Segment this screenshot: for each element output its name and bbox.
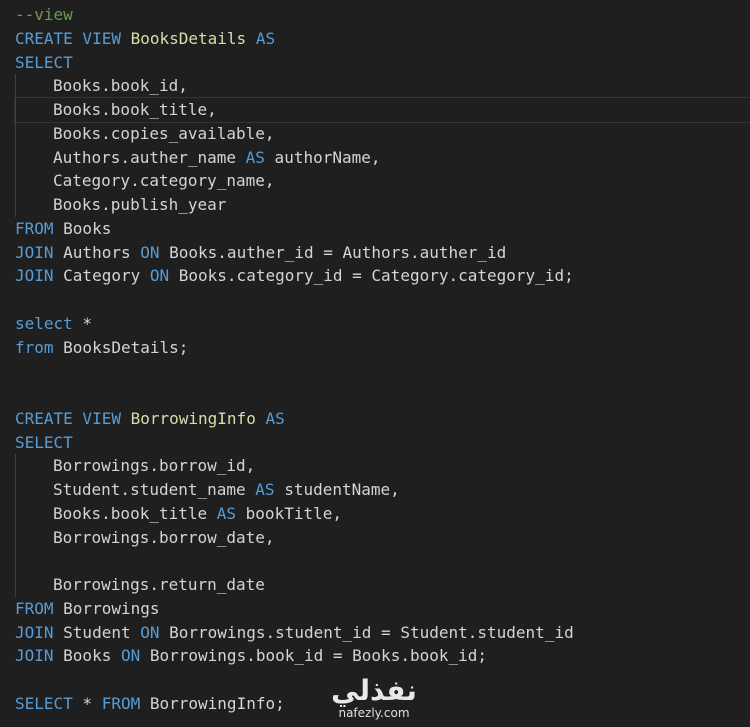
sql-keyword: JOIN bbox=[15, 622, 54, 642]
code-line[interactable]: JOIN Student ON Borrowings.student_id = … bbox=[15, 621, 750, 645]
indent-guide bbox=[15, 549, 16, 573]
code-token: Books.auther_id = Authors.auther_id bbox=[159, 242, 507, 262]
code-token: bookTitle, bbox=[236, 503, 342, 523]
sql-keyword: AS bbox=[245, 147, 265, 167]
code-token: Books.book_id, bbox=[53, 76, 188, 96]
sql-keyword: ON bbox=[149, 266, 170, 286]
code-token: Borrowings.borrow_id, bbox=[53, 456, 256, 476]
sql-comment: --view bbox=[15, 5, 73, 24]
indent-guide bbox=[15, 525, 16, 550]
sql-keyword: FROM bbox=[15, 218, 54, 238]
code-line[interactable]: Books.book_id, bbox=[15, 74, 750, 98]
sql-keyword: SELECT bbox=[15, 52, 73, 72]
code-line[interactable]: CREATE VIEW BooksDetails AS bbox=[15, 27, 750, 51]
sql-keyword: SELECT bbox=[15, 432, 73, 452]
code-area[interactable]: --view CREATE VIEW BooksDetails AS SELECT B… bbox=[14, 3, 750, 716]
sql-keyword: AS bbox=[255, 480, 275, 499]
sql-keyword: AS bbox=[246, 28, 276, 48]
view-name: BooksDetails bbox=[130, 28, 247, 48]
code-token: Borrowings.borrow_date, bbox=[53, 527, 275, 547]
sql-keyword: FROM bbox=[101, 693, 141, 713]
code-token: Authors bbox=[53, 242, 141, 262]
view-name: BorrowingInfo bbox=[130, 408, 256, 428]
code-line[interactable]: select * bbox=[15, 312, 750, 336]
code-token: Borrowings.book_id = Books.book_id; bbox=[140, 646, 488, 666]
code-line[interactable]: Borrowings.borrow_id, bbox=[15, 454, 750, 478]
sql-keyword: ON bbox=[140, 242, 160, 262]
sql-keyword: JOIN bbox=[15, 242, 54, 262]
code-token: Books.book_title bbox=[53, 503, 217, 523]
watermark-latin-text: nafezly.com bbox=[338, 706, 410, 720]
code-token: Category.category_name, bbox=[53, 171, 275, 191]
code-line[interactable]: Borrowings.return_date bbox=[15, 573, 750, 597]
code-line[interactable]: --view bbox=[15, 3, 750, 27]
sql-keyword: ON bbox=[120, 646, 141, 666]
sql-keyword: FROM bbox=[15, 598, 54, 618]
sql-keyword: AS bbox=[255, 408, 285, 428]
indent-guide bbox=[15, 193, 16, 217]
code-line[interactable] bbox=[15, 359, 750, 383]
code-token: * bbox=[72, 693, 102, 713]
code-token: authorName, bbox=[264, 147, 381, 167]
code-token: BorrowingInfo; bbox=[140, 693, 285, 713]
code-line[interactable]: Books.book_title, bbox=[14, 97, 750, 123]
code-line[interactable]: Books.copies_available, bbox=[15, 121, 750, 146]
code-token: Borrowings.return_date bbox=[53, 575, 265, 594]
code-token: Books.book_title, bbox=[53, 100, 217, 119]
indent-guide bbox=[15, 454, 16, 478]
sql-keyword: SELECT bbox=[15, 693, 73, 713]
code-line[interactable]: from BooksDetails; bbox=[15, 336, 750, 360]
code-line[interactable]: Authors.auther_name AS authorName, bbox=[15, 145, 750, 170]
code-line[interactable]: JOIN Category ON Books.category_id = Cat… bbox=[15, 264, 750, 288]
code-token: Books.copies_available, bbox=[53, 123, 275, 143]
code-token: studentName, bbox=[274, 480, 400, 499]
code-line[interactable] bbox=[15, 549, 750, 573]
sql-keyword: from bbox=[15, 337, 54, 357]
code-line[interactable]: SELECT bbox=[15, 431, 750, 455]
watermark-arabic-text: نفذلي bbox=[331, 674, 417, 707]
sql-keyword: JOIN bbox=[15, 646, 54, 666]
code-line[interactable] bbox=[15, 383, 750, 407]
code-line[interactable]: Borrowings.borrow_date, bbox=[15, 525, 750, 550]
code-line[interactable]: Books.book_title AS bookTitle, bbox=[15, 501, 750, 526]
indent-guide bbox=[15, 501, 16, 526]
code-line[interactable]: JOIN Books ON Borrowings.book_id = Books… bbox=[15, 644, 750, 668]
code-editor[interactable]: --view CREATE VIEW BooksDetails AS SELECT B… bbox=[0, 0, 750, 727]
code-line[interactable]: CREATE VIEW BorrowingInfo AS bbox=[15, 407, 750, 431]
code-line[interactable]: JOIN Authors ON Books.auther_id = Author… bbox=[15, 241, 750, 265]
indent-guide bbox=[15, 98, 16, 122]
indent-guide bbox=[15, 74, 16, 98]
code-line[interactable]: FROM Borrowings bbox=[15, 597, 750, 621]
code-line[interactable] bbox=[15, 288, 750, 312]
code-token: BooksDetails; bbox=[53, 337, 189, 357]
code-line[interactable]: Category.category_name, bbox=[15, 169, 750, 193]
indent-guide bbox=[15, 145, 16, 170]
code-token: Books bbox=[53, 646, 121, 666]
code-token: * bbox=[72, 313, 93, 333]
code-line[interactable]: Books.publish_year bbox=[15, 193, 750, 217]
code-token: Student bbox=[53, 622, 141, 642]
code-token: Student.student_name bbox=[53, 480, 256, 499]
sql-keyword: ON bbox=[140, 622, 160, 642]
indent-guide bbox=[15, 573, 16, 597]
code-token: Books.publish_year bbox=[53, 195, 227, 214]
sql-keyword: CREATE VIEW bbox=[15, 28, 131, 48]
sql-keyword: CREATE VIEW bbox=[15, 408, 131, 428]
sql-keyword: AS bbox=[216, 503, 237, 523]
code-line[interactable]: FROM Books bbox=[15, 217, 750, 241]
sql-keyword: select bbox=[15, 313, 73, 333]
code-token: Borrowings bbox=[53, 598, 160, 618]
code-token: Authors.auther_name bbox=[53, 147, 246, 167]
code-token: Borrowings.student_id = Student.student_… bbox=[159, 622, 574, 642]
nafezly-watermark: نفذلي nafezly.com bbox=[326, 676, 426, 726]
sql-keyword: JOIN bbox=[15, 266, 54, 286]
code-token: Books.category_id = Category.category_id… bbox=[169, 266, 574, 286]
code-token: Category bbox=[53, 266, 150, 286]
indent-guide bbox=[15, 478, 16, 502]
indent-guide bbox=[15, 121, 16, 146]
code-line[interactable]: Student.student_name AS studentName, bbox=[15, 478, 750, 502]
indent-guide bbox=[15, 169, 16, 193]
code-line[interactable]: SELECT bbox=[15, 51, 750, 75]
code-token: Books bbox=[53, 218, 112, 238]
